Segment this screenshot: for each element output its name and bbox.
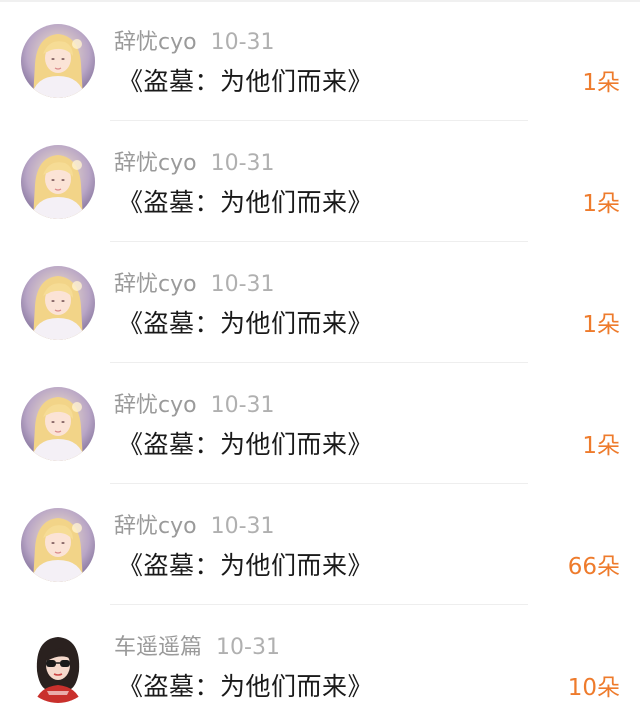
flower-count: 1朵 [582, 433, 620, 459]
flower-count: 1朵 [582, 191, 620, 217]
item-meta: 辞忧cyo 10-31 [114, 270, 275, 300]
username[interactable]: 辞忧cyo [114, 514, 197, 539]
date: 10-31 [210, 272, 275, 297]
blonde-girl-avatar[interactable] [21, 266, 95, 340]
item-meta: 辞忧cyo 10-31 [114, 28, 275, 58]
date: 10-31 [210, 393, 275, 418]
book-title[interactable]: 《盗墓：为他们而来》 [118, 64, 373, 100]
flower-count: 1朵 [582, 312, 620, 338]
flower-count: 10朵 [567, 675, 620, 701]
book-title[interactable]: 《盗墓：为他们而来》 [118, 669, 373, 705]
blonde-girl-avatar[interactable] [21, 24, 95, 98]
book-title[interactable]: 《盗墓：为他们而来》 [118, 185, 373, 221]
list-item[interactable]: 辞忧cyo 10-31 《盗墓：为他们而来》 1朵 [0, 121, 640, 242]
blonde-girl-avatar[interactable] [21, 508, 95, 582]
book-title[interactable]: 《盗墓：为他们而来》 [118, 427, 373, 463]
username[interactable]: 车遥遥篇 [114, 635, 202, 660]
list-item[interactable]: 辞忧cyo 10-31 《盗墓：为他们而来》 66朵 [0, 484, 640, 605]
flower-count: 1朵 [582, 70, 620, 96]
username[interactable]: 辞忧cyo [114, 272, 197, 297]
list-item[interactable]: 辞忧cyo 10-31 《盗墓：为他们而来》 1朵 [0, 363, 640, 484]
blonde-girl-avatar[interactable] [21, 387, 95, 461]
gift-record-list: 辞忧cyo 10-31 《盗墓：为他们而来》 1朵 辞忧cyo 10-31 《盗… [0, 0, 640, 726]
book-title[interactable]: 《盗墓：为他们而来》 [118, 548, 373, 584]
item-meta: 辞忧cyo 10-31 [114, 149, 275, 179]
item-meta: 辞忧cyo 10-31 [114, 391, 275, 421]
list-item[interactable]: 车遥遥篇 10-31 《盗墓：为他们而来》 10朵 [0, 605, 640, 726]
username[interactable]: 辞忧cyo [114, 393, 197, 418]
date: 10-31 [210, 30, 275, 55]
list-item[interactable]: 辞忧cyo 10-31 《盗墓：为他们而来》 1朵 [0, 0, 640, 121]
list-item[interactable]: 辞忧cyo 10-31 《盗墓：为他们而来》 1朵 [0, 242, 640, 363]
sunglasses-girl-avatar[interactable] [21, 629, 95, 703]
date: 10-31 [210, 514, 275, 539]
item-meta: 车遥遥篇 10-31 [114, 633, 280, 663]
flower-count: 66朵 [567, 554, 620, 580]
blonde-girl-avatar[interactable] [21, 145, 95, 219]
date: 10-31 [210, 151, 275, 176]
item-meta: 辞忧cyo 10-31 [114, 512, 275, 542]
username[interactable]: 辞忧cyo [114, 30, 197, 55]
username[interactable]: 辞忧cyo [114, 151, 197, 176]
date: 10-31 [216, 635, 280, 660]
book-title[interactable]: 《盗墓：为他们而来》 [118, 306, 373, 342]
